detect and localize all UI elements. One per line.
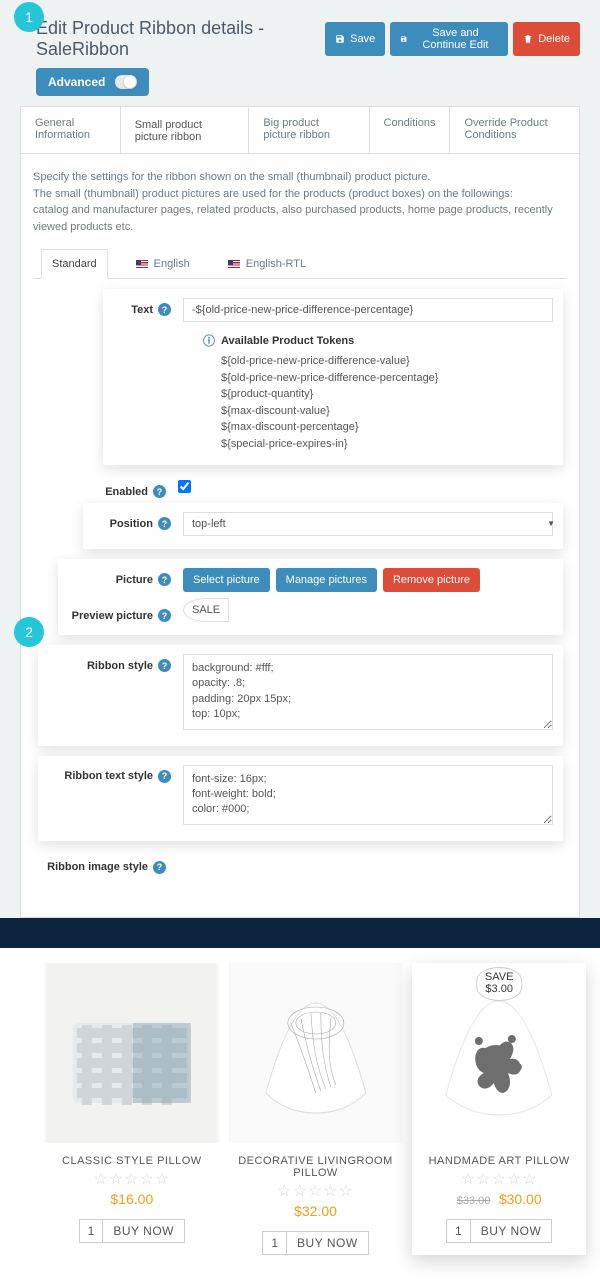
tab-override[interactable]: Override Product Conditions bbox=[450, 107, 579, 153]
product-price: $30.00 bbox=[499, 1191, 542, 1207]
tab-conditions[interactable]: Conditions bbox=[370, 107, 451, 153]
product-price: $32.00 bbox=[294, 1203, 337, 1219]
page-title: Edit Product Ribbon details - SaleRibbon bbox=[36, 18, 325, 60]
subtab-english-rtl[interactable]: English-RTL bbox=[218, 249, 316, 278]
token-item: ${max-discount-percentage} bbox=[203, 419, 553, 436]
advanced-toggle[interactable]: Advanced bbox=[36, 68, 149, 96]
rating-stars: ☆☆☆☆☆ bbox=[412, 1169, 586, 1189]
hint-icon[interactable]: ? bbox=[158, 517, 171, 530]
hint-icon[interactable]: ? bbox=[158, 573, 171, 586]
admin-header: Edit Product Ribbon details - SaleRibbon… bbox=[0, 0, 600, 68]
ribbon-style-label: Ribbon style ? bbox=[38, 654, 183, 672]
subtab-english[interactable]: English bbox=[126, 249, 200, 278]
ribbon-text-style-textarea[interactable] bbox=[183, 765, 553, 825]
position-select[interactable]: top-left bbox=[183, 512, 553, 536]
hint-icon[interactable]: ? bbox=[158, 303, 171, 316]
hint-icon[interactable]: ? bbox=[158, 770, 171, 783]
main-tabs: General Information Small product pictur… bbox=[20, 106, 580, 154]
preview-picture-label: Preview picture ? bbox=[58, 604, 183, 622]
product-image bbox=[229, 963, 403, 1143]
tab-general[interactable]: General Information bbox=[21, 107, 121, 153]
buy-now-button[interactable]: BUY NOW bbox=[102, 1219, 185, 1243]
remove-picture-button[interactable]: Remove picture bbox=[383, 568, 480, 592]
hint-icon[interactable]: ? bbox=[158, 659, 171, 672]
buy-now-button[interactable]: BUY NOW bbox=[286, 1231, 369, 1255]
product-card[interactable]: CLASSIC STYLE PILLOW ☆☆☆☆☆ $16.00 1 BUY … bbox=[45, 963, 219, 1255]
us-flag-icon bbox=[228, 260, 240, 268]
ribbon-image-style-label: Ribbon image style ? bbox=[33, 856, 178, 874]
step-one-badge: 1 bbox=[14, 2, 44, 32]
product-name: CLASSIC STYLE PILLOW bbox=[45, 1155, 219, 1167]
manage-pictures-button[interactable]: Manage pictures bbox=[276, 568, 377, 592]
buy-now-button[interactable]: BUY NOW bbox=[470, 1219, 553, 1243]
tab-content: Specify the settings for the ribbon show… bbox=[20, 154, 580, 918]
subtab-standard[interactable]: Standard bbox=[41, 249, 108, 279]
preview-sale-tag: SALE bbox=[183, 604, 229, 616]
select-picture-button[interactable]: Select picture bbox=[183, 568, 270, 592]
save-icon bbox=[335, 34, 345, 44]
enabled-checkbox[interactable] bbox=[178, 480, 191, 493]
product-card[interactable]: DECORATIVE LIVINGROOM PILLOW ☆☆☆☆☆ $32.0… bbox=[229, 963, 403, 1255]
hint-icon[interactable]: ? bbox=[158, 609, 171, 622]
picture-label: Picture ? bbox=[58, 568, 183, 586]
products-panel: CLASSIC STYLE PILLOW ☆☆☆☆☆ $16.00 1 BUY … bbox=[0, 948, 600, 1280]
qty-box[interactable]: 1 bbox=[446, 1219, 470, 1243]
save-ribbon: SAVE $3.00 bbox=[476, 967, 523, 1001]
tab-small-ribbon[interactable]: Small product picture ribbon bbox=[121, 107, 250, 153]
old-price: $33.00 bbox=[457, 1195, 491, 1207]
toggle-pill bbox=[115, 75, 137, 89]
save-continue-button[interactable]: Save and Continue Edit bbox=[390, 22, 508, 56]
product-price: $16.00 bbox=[110, 1191, 153, 1207]
rating-stars: ☆☆☆☆☆ bbox=[45, 1169, 219, 1189]
save-icon bbox=[400, 34, 407, 44]
token-item: ${old-price-new-price-difference-percent… bbox=[203, 370, 553, 387]
save-button[interactable]: Save bbox=[325, 22, 385, 56]
text-label: Text ? bbox=[103, 298, 183, 316]
product-image bbox=[45, 963, 219, 1143]
qty-box[interactable]: 1 bbox=[262, 1231, 286, 1255]
ribbon-text-style-label: Ribbon text style ? bbox=[38, 765, 183, 783]
hint-icon[interactable]: ? bbox=[153, 485, 166, 498]
qty-box[interactable]: 1 bbox=[79, 1219, 103, 1243]
ribbon-style-textarea[interactable] bbox=[183, 654, 553, 730]
token-item: ${product-quantity} bbox=[203, 386, 553, 403]
language-subtabs: Standard English English-RTL bbox=[33, 249, 567, 279]
token-item: ${special-price-expires-in} bbox=[203, 436, 553, 453]
token-item: ${max-discount-value} bbox=[203, 403, 553, 420]
tab-big-ribbon[interactable]: Big product picture ribbon bbox=[249, 107, 369, 153]
step-two-badge: 2 bbox=[14, 617, 44, 647]
admin-panel: Edit Product Ribbon details - SaleRibbon… bbox=[0, 0, 600, 918]
product-name: HANDMADE ART PILLOW bbox=[412, 1155, 586, 1167]
enabled-label: Enabled ? bbox=[33, 480, 178, 498]
text-input[interactable] bbox=[183, 298, 553, 322]
product-name: DECORATIVE LIVINGROOM PILLOW bbox=[229, 1155, 403, 1179]
us-flag-icon bbox=[136, 260, 148, 268]
hint-icon[interactable]: ? bbox=[153, 861, 166, 874]
position-label: Position ? bbox=[83, 512, 183, 530]
rating-stars: ☆☆☆☆☆ bbox=[229, 1181, 403, 1201]
product-card[interactable]: SAVE $3.00 HANDMADE ART P bbox=[412, 963, 586, 1255]
helper-text: Specify the settings for the ribbon show… bbox=[33, 169, 567, 235]
tokens-title: Available Product Tokens bbox=[203, 332, 553, 349]
token-item: ${old-price-new-price-difference-value} bbox=[203, 353, 553, 370]
delete-button[interactable]: Delete bbox=[513, 22, 580, 56]
trash-icon bbox=[523, 34, 533, 44]
